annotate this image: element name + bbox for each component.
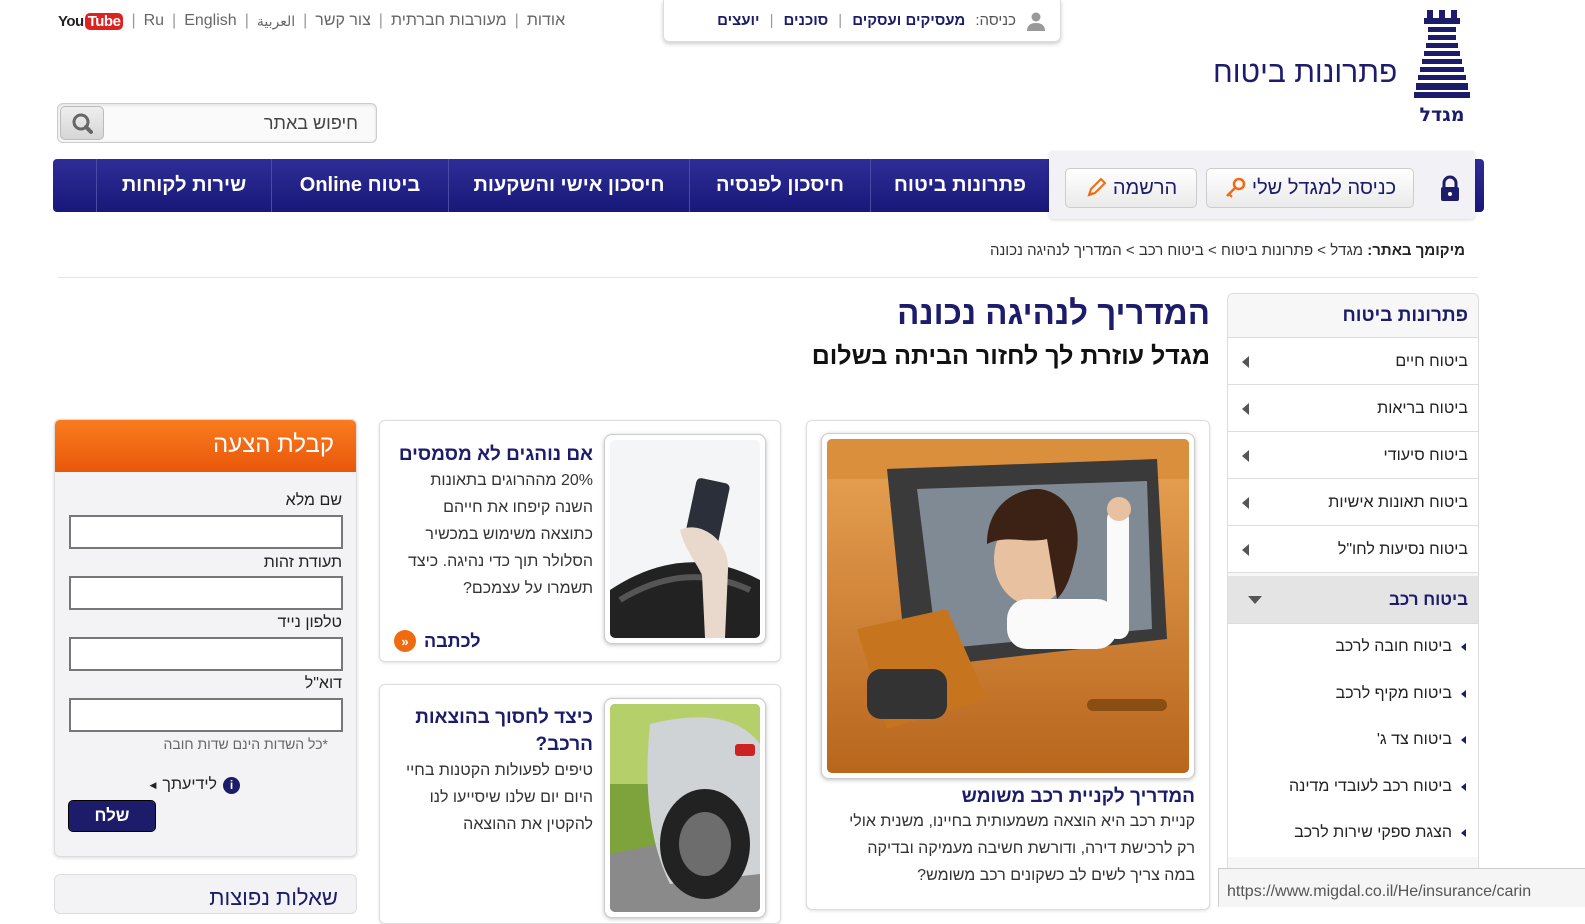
fullname-field[interactable]: [69, 515, 343, 549]
fullname-label: שם מלא: [285, 492, 342, 509]
quote-form: קבלת הצעה שם מלא תעודת זהות טלפון נייד ד…: [54, 419, 357, 857]
sidebar-item-life[interactable]: ביטוח חיים: [1228, 338, 1478, 385]
triangle-icon: [1461, 829, 1466, 837]
lock-icon: [1437, 174, 1463, 204]
phone-field[interactable]: [69, 637, 343, 671]
breadcrumb-item[interactable]: פתרונות ביטוח: [1221, 242, 1313, 259]
status-url: https://www.migdal.co.il/He/insurance/ca…: [1218, 868, 1585, 907]
read-article-link[interactable]: לכתבה «: [394, 630, 481, 652]
nav-pension[interactable]: חיסכון לפנסיה: [689, 159, 870, 212]
car-wheel-photo[interactable]: [604, 698, 766, 918]
search-icon: [72, 113, 93, 134]
lang-english-link[interactable]: English: [184, 12, 236, 30]
phone-label: טלפון נייד: [277, 614, 342, 631]
sidebar-subitem-state-employees[interactable]: ביטוח רכב לעובדי מדינה: [1228, 763, 1478, 810]
sidebar-subitem-comprehensive[interactable]: ביטוח מקיף לרכב: [1228, 670, 1478, 717]
user-icon: [1027, 12, 1045, 31]
sidebar-item-accidents[interactable]: ביטוח תאונות אישיות: [1228, 479, 1478, 526]
sidebar-subitem-third-party[interactable]: ביטוח צד ג': [1228, 717, 1478, 764]
search-button[interactable]: [60, 106, 104, 140]
lang-ru-link[interactable]: Ru: [144, 12, 164, 30]
triangle-icon: [1461, 736, 1466, 744]
page-title: המדריך לנהיגה נכונה: [897, 294, 1210, 331]
arrow-left-icon: [1242, 497, 1249, 509]
card-title[interactable]: המדריך לקניית רכב משומש: [962, 783, 1195, 810]
search-box: חיפוש באתר: [57, 103, 377, 143]
business-link[interactable]: מעסיקים ועסקים: [852, 12, 965, 29]
triangle-icon: [1461, 643, 1466, 651]
double-chevron-left-icon: «: [394, 630, 416, 652]
nav-savings[interactable]: חיסכון אישי והשקעות: [448, 159, 689, 212]
key-icon: [1225, 177, 1246, 198]
card-body: טיפים לפעולות הקטנות בחיי היום יום שלנו …: [405, 762, 593, 833]
nav-online[interactable]: ביטוח Online: [271, 159, 448, 212]
quote-form-header: קבלת הצעה: [55, 420, 356, 472]
contact-link[interactable]: צור קשר: [315, 12, 371, 30]
login-label: כניסה:: [975, 12, 1016, 29]
nav-login-area: כניסה למגדל שלי הרשמה: [1049, 151, 1475, 219]
email-label: דוא"ל: [304, 675, 342, 692]
sidebar: פתרונות ביטוח ביטוח חיים ביטוח בריאות בי…: [1227, 293, 1479, 907]
page-subtitle: מגדל עוזרת לך לחזור הביתה בשלום: [811, 342, 1210, 370]
lang-arabic-link[interactable]: العربية: [257, 13, 295, 30]
arrow-left-icon: [1242, 450, 1249, 462]
arrow-left-icon: [1242, 356, 1249, 368]
card-title[interactable]: אם נוהגים לא מסמסים: [399, 441, 593, 468]
register-button[interactable]: הרשמה: [1065, 168, 1197, 208]
agents-link[interactable]: סוכנים: [783, 12, 828, 29]
nav-customer-service[interactable]: שירות לקוחות: [96, 159, 271, 212]
sidebar-subitem-mandatory[interactable]: ביטוח חובה לרכב: [1228, 624, 1478, 671]
arrow-left-icon: [1242, 403, 1249, 415]
info-link[interactable]: i לידיעתך ◀: [149, 776, 240, 794]
login-box: כניסה: מעסיקים ועסקים | סוכנים | יועצים: [663, 0, 1061, 42]
pencil-icon: [1087, 177, 1107, 197]
breadcrumb: מיקומך באתר: מגדל > פתרונות ביטוח > ביטו…: [989, 242, 1465, 259]
svg-text:מגדל: מגדל: [1420, 104, 1465, 126]
car-photo[interactable]: [821, 433, 1195, 779]
my-migdal-login-button[interactable]: כניסה למגדל שלי: [1206, 168, 1414, 208]
chevron-down-icon: [1248, 596, 1262, 604]
required-note: *כל השדות הינם שדות חובה: [163, 736, 329, 752]
nav-insurance-solutions[interactable]: פתרונות ביטוח: [870, 159, 1049, 212]
breadcrumb-item[interactable]: מגדל: [1330, 242, 1363, 259]
search-input[interactable]: חיפוש באתר: [264, 113, 358, 134]
sidebar-item-nursing[interactable]: ביטוח סיעודי: [1228, 432, 1478, 479]
advisors-link[interactable]: יועצים: [717, 12, 760, 29]
email-field[interactable]: [69, 698, 343, 732]
triangle-icon: [1461, 782, 1466, 791]
send-button[interactable]: שלח: [68, 800, 156, 832]
phone-driving-photo[interactable]: [604, 434, 766, 644]
migdal-logo[interactable]: מגדל: [1410, 8, 1474, 126]
sidebar-subitem-service-providers[interactable]: הצגת ספקי שירות לרכב: [1228, 810, 1478, 857]
id-label: תעודת זהות: [263, 554, 342, 571]
arrow-left-icon: [1242, 544, 1249, 556]
faq-box: שאלות נפוצות: [54, 874, 357, 914]
breadcrumb-item[interactable]: ביטוח רכב: [1139, 242, 1204, 259]
youtube-icon[interactable]: You Tube: [58, 12, 124, 30]
triangle-icon: ◀: [149, 779, 157, 790]
triangle-icon: [1461, 689, 1466, 698]
id-field[interactable]: [69, 576, 343, 610]
card-body: 20% מההרוגים בתאונות השנה קיפחו את חייהם…: [408, 472, 593, 597]
breadcrumb-label: מיקומך באתר:: [1367, 242, 1465, 259]
info-icon: i: [223, 776, 240, 794]
sidebar-item-health[interactable]: ביטוח בריאות: [1228, 385, 1478, 432]
card-body: קניית רכב היא הוצאה משמעותית בחיינו, משנ…: [849, 813, 1195, 884]
sidebar-header[interactable]: פתרונות ביטוח: [1228, 294, 1478, 338]
about-link[interactable]: אודות: [527, 12, 565, 30]
social-link[interactable]: מעורבות חברתית: [391, 12, 507, 30]
brand-title: פתרונות ביטוח: [1213, 56, 1398, 89]
top-links: You Tube | Ru | English | العربية | צור ק…: [58, 12, 566, 30]
sidebar-item-travel[interactable]: ביטוח נסיעות לחו"ל: [1228, 526, 1478, 573]
faq-header[interactable]: שאלות נפוצות: [209, 885, 338, 911]
card-title[interactable]: כיצד לחסוך בהוצאות הרכב?: [393, 704, 593, 758]
breadcrumb-current: המדריך לנהיגה נכונה: [989, 242, 1122, 259]
divider: [58, 277, 1478, 278]
sidebar-item-car[interactable]: ביטוח רכב: [1228, 576, 1478, 624]
